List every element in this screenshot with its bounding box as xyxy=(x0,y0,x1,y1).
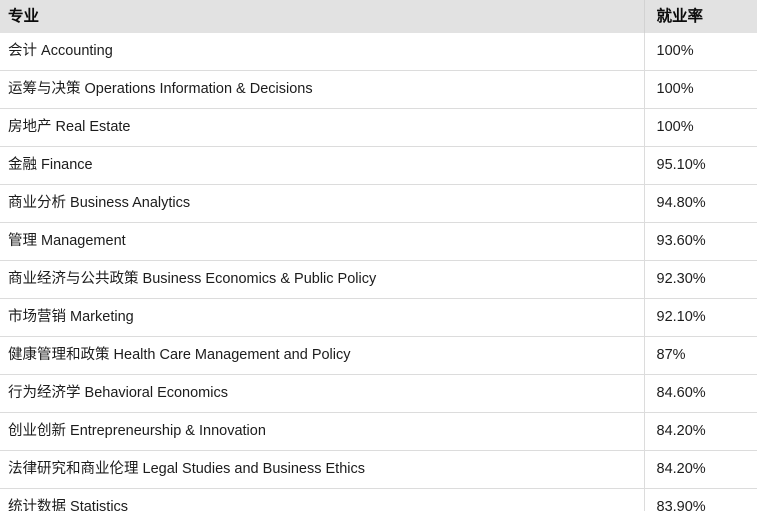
cell-major: 会计 Accounting xyxy=(0,33,644,71)
table-body: 会计 Accounting 100% 运筹与决策 Operations Inform… xyxy=(0,33,757,511)
cell-employment-rate: 94.80% xyxy=(643,184,757,223)
table-header: 专业 就业率 xyxy=(0,0,757,33)
table-row: 健康管理和政策 Health Care Management and Polic… xyxy=(0,336,757,375)
cell-employment-rate: 84.20% xyxy=(643,450,757,489)
cell-major: 运筹与决策 Operations Information & Decisions xyxy=(0,70,644,109)
cell-major: 法律研究和商业伦理 Legal Studies and Business Eth… xyxy=(0,450,644,489)
cell-employment-rate: 87% xyxy=(643,336,757,375)
table-row: 市场营销 Marketing 92.10% xyxy=(0,298,757,337)
column-header-employment-rate: 就业率 xyxy=(643,0,757,33)
cell-employment-rate: 100% xyxy=(643,70,757,109)
cell-major: 创业创新 Entrepreneurship & Innovation xyxy=(0,412,644,451)
cell-major: 商业分析 Business Analytics xyxy=(0,184,644,223)
table-row: 法律研究和商业伦理 Legal Studies and Business Eth… xyxy=(0,450,757,489)
table-row: 会计 Accounting 100% xyxy=(0,33,757,71)
cell-employment-rate: 92.30% xyxy=(643,260,757,299)
cell-major: 房地产 Real Estate xyxy=(0,108,644,147)
table-row: 金融 Finance 95.10% xyxy=(0,146,757,185)
table-row: 商业经济与公共政策 Business Economics & Public Po… xyxy=(0,260,757,299)
cell-employment-rate: 84.60% xyxy=(643,374,757,413)
cell-major: 统计数据 Statistics xyxy=(0,488,644,511)
column-header-major: 专业 xyxy=(0,0,644,33)
cell-employment-rate: 92.10% xyxy=(643,298,757,337)
cell-major: 商业经济与公共政策 Business Economics & Public Po… xyxy=(0,260,644,299)
cell-major: 行为经济学 Behavioral Economics xyxy=(0,374,644,413)
cell-employment-rate: 93.60% xyxy=(643,222,757,261)
table-row: 行为经济学 Behavioral Economics 84.60% xyxy=(0,374,757,413)
cell-employment-rate: 84.20% xyxy=(643,412,757,451)
table-row: 商业分析 Business Analytics 94.80% xyxy=(0,184,757,223)
table-row: 房地产 Real Estate 100% xyxy=(0,108,757,147)
table-header-row: 专业 就业率 xyxy=(0,0,757,33)
cell-major: 金融 Finance xyxy=(0,146,644,185)
table-row: 运筹与决策 Operations Information & Decisions… xyxy=(0,70,757,109)
cell-major: 管理 Management xyxy=(0,222,644,261)
table-row: 统计数据 Statistics 83.90% xyxy=(0,488,757,511)
cell-employment-rate: 100% xyxy=(643,33,757,71)
cell-employment-rate: 100% xyxy=(643,108,757,147)
employment-rate-table: 专业 就业率 会计 Accounting 100% 运筹与决策 Operations… xyxy=(0,0,757,511)
cell-employment-rate: 83.90% xyxy=(643,488,757,511)
cell-major: 健康管理和政策 Health Care Management and Polic… xyxy=(0,336,644,375)
cell-major: 市场营销 Marketing xyxy=(0,298,644,337)
table-row: 创业创新 Entrepreneurship & Innovation 84.20% xyxy=(0,412,757,451)
table-row: 管理 Management 93.60% xyxy=(0,222,757,261)
cell-employment-rate: 95.10% xyxy=(643,146,757,185)
employment-rate-table-container: 专业 就业率 会计 Accounting 100% 运筹与决策 Operations… xyxy=(0,0,757,511)
